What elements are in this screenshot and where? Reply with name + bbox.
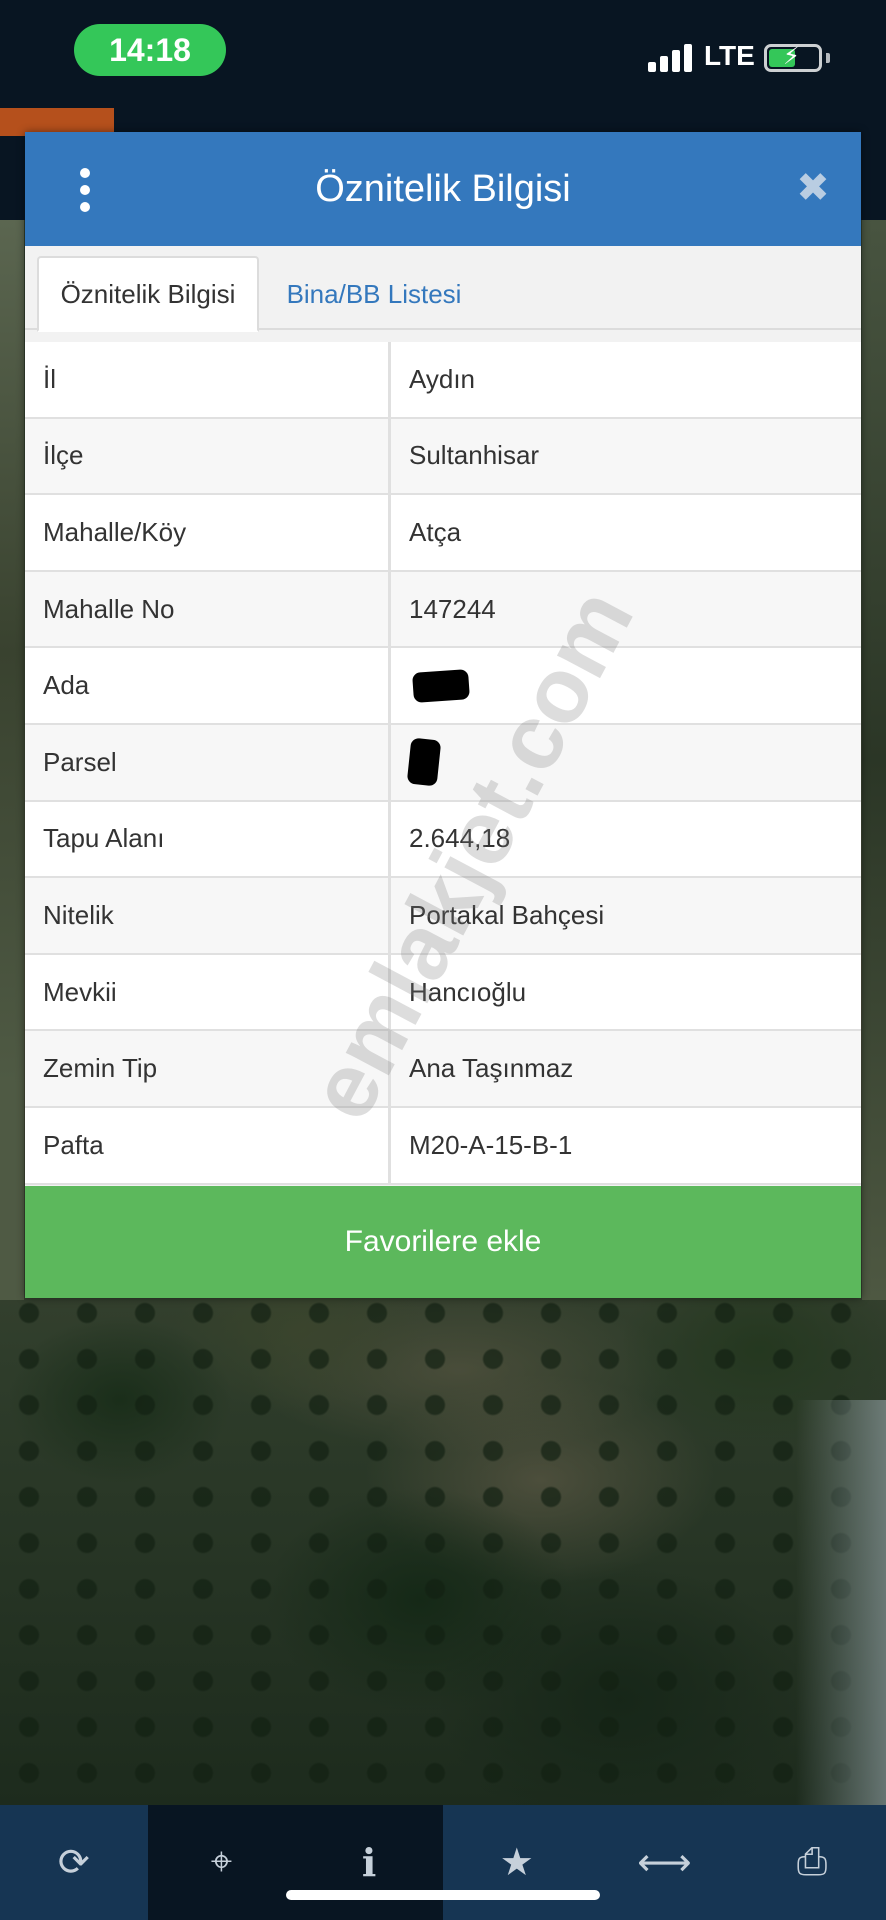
map-tree-rows (0, 1290, 886, 1805)
status-bar: 14:18 LTE ⚡ (0, 0, 886, 108)
row-key: İl (25, 342, 391, 417)
table-row: Nitelik Portakal Bahçesi (25, 878, 861, 955)
row-value: Ana Taşınmaz (391, 1031, 861, 1106)
dialog-header: Öznitelik Bilgisi ✖ (25, 132, 861, 246)
charging-bolt-icon: ⚡ (783, 43, 800, 70)
table-row: İl Aydın (25, 342, 861, 419)
redaction-mark (412, 668, 470, 703)
row-key: Tapu Alanı (25, 801, 391, 877)
row-key: Parsel (25, 724, 391, 800)
row-key: İlçe (25, 418, 391, 494)
row-value: 2.644,18 (391, 801, 861, 877)
attribute-info-dialog: Öznitelik Bilgisi ✖ Öznitelik Bilgisi Bi… (25, 132, 861, 1298)
battery-cap (826, 53, 830, 63)
measure-icon[interactable]: ⟷ (591, 1805, 739, 1920)
row-key: Nitelik (25, 878, 391, 953)
table-row: Mevkii Hancıoğlu (25, 954, 861, 1032)
home-indicator[interactable] (286, 1890, 600, 1900)
star-icon[interactable]: ★ (443, 1805, 591, 1920)
table-row: Mahalle/Köy Atça (25, 495, 861, 572)
map-road (796, 1400, 886, 1805)
row-key: Pafta (25, 1107, 391, 1183)
bottom-toolbar: ⟳ ⌖ i ★ ⟷ ⎙ (0, 1805, 886, 1920)
tab-bar: Öznitelik Bilgisi Bina/BB Listesi (25, 246, 861, 332)
tab-building-list[interactable]: Bina/BB Listesi (261, 256, 487, 332)
table-row: Mahalle No 147244 (25, 571, 861, 649)
row-key: Mevkii (25, 954, 391, 1030)
cellular-signal-icon (648, 44, 692, 72)
row-value: M20-A-15-B-1 (391, 1107, 861, 1183)
row-key: Ada (25, 648, 391, 723)
print-icon[interactable]: ⎙ (738, 1805, 886, 1920)
row-value: Portakal Bahçesi (391, 878, 861, 953)
table-row: Pafta M20-A-15-B-1 (25, 1107, 861, 1185)
table-row: İlçe Sultanhisar (25, 418, 861, 496)
tab-attribute-info[interactable]: Öznitelik Bilgisi (37, 256, 259, 332)
row-value: Hancıoğlu (391, 954, 861, 1030)
table-row: Parsel (25, 724, 861, 802)
status-time: 14:18 (74, 24, 226, 76)
redaction-mark (406, 737, 442, 787)
map-edge-right (862, 220, 886, 1300)
row-value: Sultanhisar (391, 418, 861, 494)
network-type: LTE (704, 40, 755, 71)
attribute-table: İl Aydın İlçe Sultanhisar Mahalle/Köy At… (25, 342, 861, 1185)
kebab-menu-icon[interactable] (73, 168, 97, 212)
info-icon[interactable]: i (295, 1805, 443, 1920)
battery-icon: ⚡ (764, 43, 822, 72)
table-row: Ada (25, 648, 861, 725)
row-value (391, 724, 861, 800)
row-key: Zemin Tip (25, 1031, 391, 1106)
row-key: Mahalle/Köy (25, 495, 391, 570)
table-row: Zemin Tip Ana Taşınmaz (25, 1031, 861, 1108)
row-value (391, 648, 861, 723)
map-edge-left (0, 220, 24, 1300)
row-value: Atça (391, 495, 861, 570)
row-value: Aydın (391, 342, 861, 417)
table-row: Tapu Alanı 2.644,18 (25, 801, 861, 879)
row-value: 147244 (391, 571, 861, 647)
refresh-icon[interactable]: ⟳ (0, 1805, 148, 1920)
add-to-favorites-button[interactable]: Favorilere ekle (25, 1186, 861, 1298)
close-icon[interactable]: ✖ (791, 166, 835, 210)
row-key: Mahalle No (25, 571, 391, 647)
dialog-title: Öznitelik Bilgisi (315, 167, 571, 210)
locate-icon[interactable]: ⌖ (147, 1805, 296, 1920)
